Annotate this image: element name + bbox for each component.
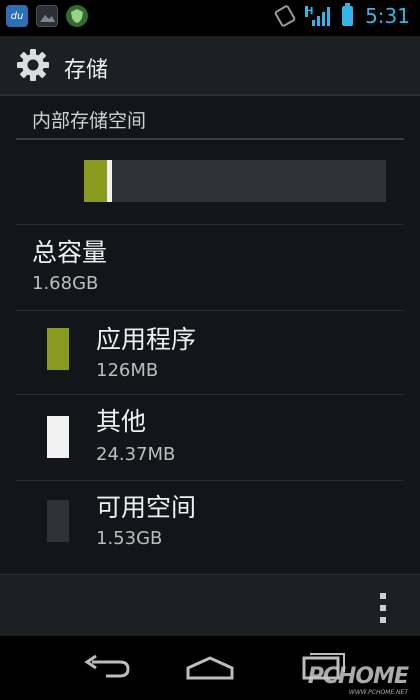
bottom-action-bar <box>0 574 420 637</box>
section-header: 内部存储空间 <box>0 98 420 140</box>
category-name: 应用程序 <box>96 325 197 354</box>
list-item-free-space[interactable]: 可用空间 1.53GB <box>0 482 420 566</box>
gear-icon[interactable] <box>16 48 50 82</box>
screen-rotation-icon <box>273 4 297 28</box>
apps-color-swatch <box>47 328 69 370</box>
other-color-swatch <box>47 416 69 458</box>
usage-segment-apps <box>84 160 107 202</box>
category-size: 126MB <box>96 360 159 381</box>
divider <box>16 310 404 311</box>
signal-icon: H <box>305 6 331 26</box>
list-item-apps[interactable]: 应用程序 126MB <box>0 312 420 396</box>
total-capacity-value: 1.68GB <box>32 273 99 294</box>
storage-usage-bar <box>84 160 386 202</box>
usage-segment-other <box>107 160 112 202</box>
divider <box>16 224 404 225</box>
section-divider <box>16 138 404 140</box>
category-name: 其他 <box>96 407 147 436</box>
watermark-text: PCHOME <box>307 664 409 689</box>
gallery-icon <box>36 5 58 27</box>
du-icon: du <box>6 5 28 27</box>
action-bar: 存储 <box>0 36 420 96</box>
navigation-bar: PCHOME WWW.PCHOME.NET <box>0 636 420 700</box>
watermark-subtext: WWW.PCHOME.NET <box>348 689 408 696</box>
list-item-other[interactable]: 其他 24.37MB <box>0 396 420 480</box>
status-bar: du H 5:31 <box>0 0 420 36</box>
clock: 5:31 <box>365 4 410 28</box>
notification-icons: du <box>6 5 88 27</box>
shield-icon <box>66 5 88 27</box>
home-icon[interactable] <box>180 648 240 688</box>
free-space-color-swatch <box>47 500 69 542</box>
category-size: 1.53GB <box>96 528 163 549</box>
back-icon[interactable] <box>76 648 136 688</box>
page-title: 存储 <box>64 58 109 83</box>
watermark-logo: PCHOME WWW.PCHOME.NET <box>307 664 409 696</box>
category-size: 24.37MB <box>96 444 176 465</box>
divider <box>16 394 404 395</box>
battery-icon <box>342 3 354 26</box>
total-capacity-label: 总容量 <box>32 238 108 267</box>
section-title: 内部存储空间 <box>32 110 147 132</box>
overflow-menu-icon[interactable] <box>380 593 386 623</box>
network-type-label: H <box>305 6 314 17</box>
divider <box>16 480 404 481</box>
category-name: 可用空间 <box>96 493 197 522</box>
